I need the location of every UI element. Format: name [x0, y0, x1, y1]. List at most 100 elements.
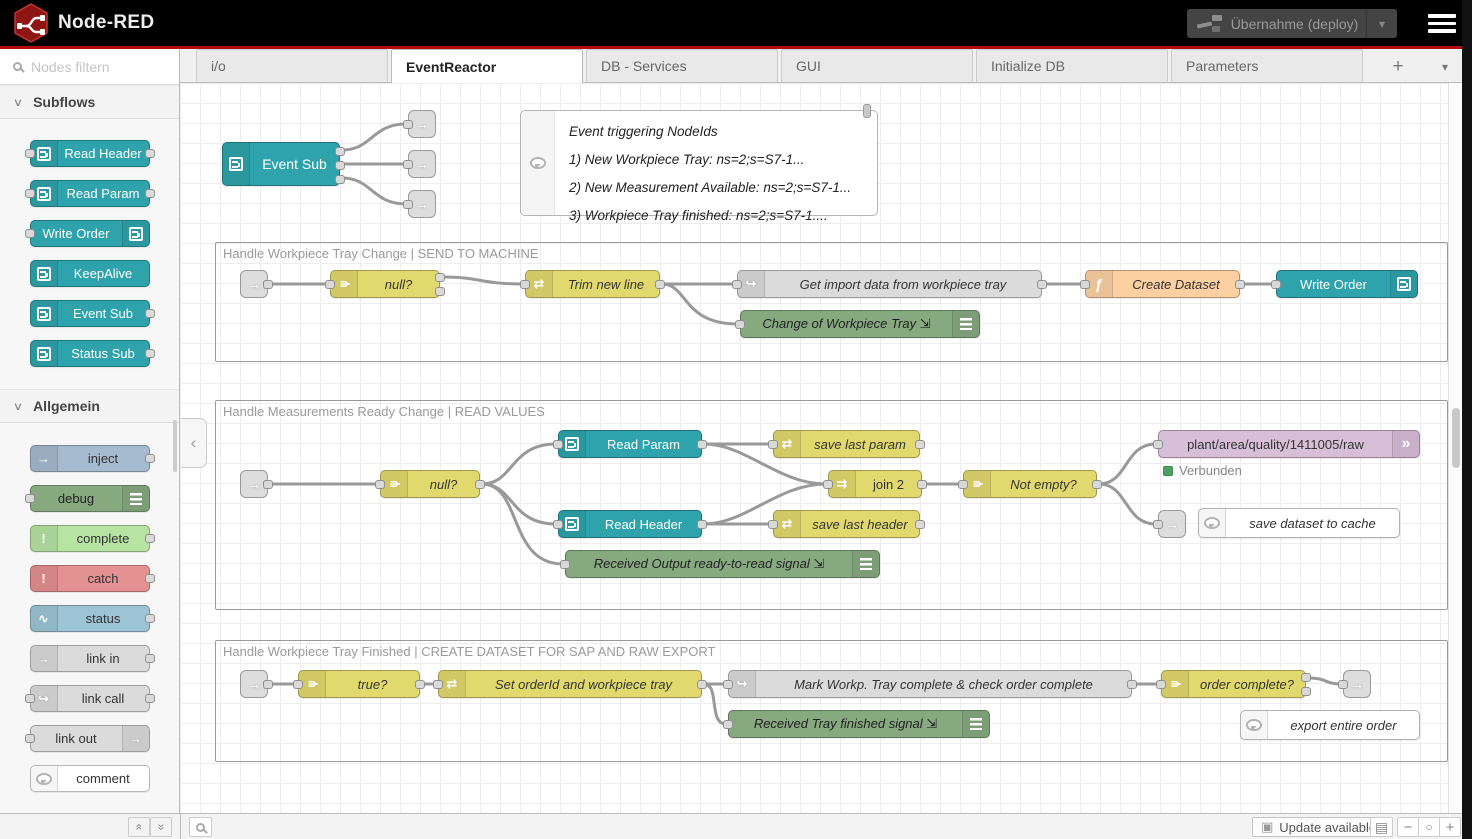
- comment-bubble-icon: [530, 157, 546, 169]
- palette-node-debug[interactable]: debug: [30, 485, 150, 512]
- palette-collapse-handle[interactable]: ‹: [181, 418, 207, 468]
- tab-initialize-db[interactable]: Initialize DB: [976, 49, 1168, 82]
- node-info-comment[interactable]: Event triggering NodeIds 1) New Workpiec…: [520, 110, 878, 216]
- palette-search[interactable]: [0, 49, 179, 85]
- tab-db-services[interactable]: DB - Services: [586, 49, 778, 82]
- node-change-trim[interactable]: ⇄ Trim new line: [525, 270, 660, 298]
- link-out-icon: →: [415, 196, 429, 212]
- tab-parameters[interactable]: Parameters: [1171, 49, 1363, 82]
- function-icon: ƒ: [1086, 271, 1113, 297]
- link-in-icon: →: [31, 646, 58, 671]
- deploy-caret-icon[interactable]: ▾: [1367, 17, 1397, 31]
- category-subflows[interactable]: ∨ Subflows: [0, 85, 179, 119]
- subflow-icon: [122, 221, 149, 246]
- deploy-button[interactable]: Übernahme (deploy) ▾: [1187, 9, 1397, 38]
- node-debug-change-of-tray[interactable]: Change of Workpiece Tray ⇲: [740, 310, 980, 338]
- tab-eventreactor[interactable]: EventReactor: [391, 49, 583, 83]
- link-in-icon: →: [247, 476, 261, 492]
- wire[interactable]: [482, 444, 556, 484]
- footer-bar: « » ▣ Update available ▤ − ○ +: [0, 813, 1462, 839]
- node-link-in[interactable]: →: [240, 670, 268, 698]
- node-switch-true[interactable]: ⋔ true?: [298, 670, 420, 698]
- node-link-in[interactable]: →: [240, 270, 268, 298]
- search-flows-button[interactable]: [189, 817, 212, 837]
- node-subflow-read-header[interactable]: Read Header: [558, 510, 702, 538]
- search-input[interactable]: [31, 59, 161, 75]
- wire[interactable]: [342, 124, 406, 150]
- node-comment-save-cache[interactable]: save dataset to cache: [1198, 508, 1400, 538]
- tab-io[interactable]: i/o: [196, 49, 388, 82]
- main-menu-icon[interactable]: [1428, 14, 1456, 33]
- header: Node-RED Übernahme (deploy) ▾: [0, 0, 1462, 46]
- node-debug-received-tray[interactable]: Received Tray finished signal ⇲: [728, 710, 990, 738]
- canvas-vertical-scrollbar[interactable]: [1448, 83, 1462, 813]
- palette-node-link-in[interactable]: → link in: [30, 645, 150, 672]
- wire[interactable]: [704, 684, 726, 724]
- wire[interactable]: [482, 484, 556, 524]
- node-link-out[interactable]: →: [1158, 510, 1186, 538]
- node-link-out[interactable]: →: [408, 110, 436, 138]
- node-switch-null[interactable]: ⋔ null?: [330, 270, 440, 298]
- link-call-icon: ↪: [738, 271, 765, 297]
- collapse-all-button[interactable]: «: [128, 817, 150, 837]
- node-function-create-dataset[interactable]: ƒ Create Dataset: [1085, 270, 1240, 298]
- node-subflow-write-order[interactable]: Write Order: [1276, 270, 1418, 298]
- subflow-icon: [31, 341, 58, 366]
- wire[interactable]: [662, 284, 738, 324]
- wire[interactable]: [1308, 678, 1341, 684]
- update-available-button[interactable]: ▣ Update available: [1252, 817, 1385, 837]
- palette-node-inject[interactable]: → inject: [30, 445, 150, 472]
- expand-all-button[interactable]: »: [150, 817, 172, 837]
- flow-list-caret-icon[interactable]: ▾: [1442, 60, 1448, 74]
- node-debug-received-output[interactable]: Received Output ready-to-read signal ⇲: [565, 550, 880, 578]
- palette-node-event-sub[interactable]: Event Sub: [30, 300, 150, 327]
- switch-icon: ⋔: [331, 271, 358, 297]
- palette-node-read-header[interactable]: Read Header: [30, 140, 150, 167]
- node-switch-not-empty[interactable]: ⋔ Not empty?: [963, 470, 1097, 498]
- palette-node-catch[interactable]: ! catch: [30, 565, 150, 592]
- palette-node-status[interactable]: ∿ status: [30, 605, 150, 632]
- debug-list-icon: [122, 486, 149, 511]
- zoom-reset-button[interactable]: ○: [1418, 817, 1440, 837]
- wire[interactable]: [1099, 444, 1156, 484]
- node-comment-export-order[interactable]: export entire order: [1240, 710, 1420, 740]
- palette-node-read-param[interactable]: Read Param: [30, 180, 150, 207]
- palette-node-link-out[interactable]: link out →: [30, 725, 150, 752]
- zoom-out-button[interactable]: −: [1397, 817, 1419, 837]
- palette-node-complete[interactable]: ! complete: [30, 525, 150, 552]
- palette-scrollbar[interactable]: [173, 420, 177, 472]
- flow-canvas[interactable]: Event Sub → → → Event triggering NodeIds…: [180, 83, 1448, 813]
- palette-node-link-call[interactable]: ↪ link call: [30, 685, 150, 712]
- node-change-save-last-param[interactable]: ⇄ save last param: [773, 430, 920, 458]
- zoom-in-button[interactable]: +: [1439, 817, 1461, 837]
- wire[interactable]: [444, 277, 523, 284]
- node-link-call-mark-workp[interactable]: ↪ Mark Workp. Tray complete & check orde…: [728, 670, 1132, 698]
- comment-bubble-icon: [31, 766, 58, 791]
- node-link-call-get-import[interactable]: ↪ Get import data from workpiece tray: [737, 270, 1042, 298]
- node-event-sub[interactable]: Event Sub: [222, 142, 340, 186]
- add-flow-button[interactable]: +: [1386, 56, 1410, 78]
- tab-gui[interactable]: GUI: [781, 49, 973, 82]
- wire[interactable]: [1099, 484, 1156, 524]
- node-switch-order-complete[interactable]: ⋔ order complete?: [1161, 670, 1306, 698]
- node-switch-null2[interactable]: ⋔ null?: [380, 470, 480, 498]
- node-subflow-read-param[interactable]: Read Param: [558, 430, 702, 458]
- node-link-out[interactable]: →: [408, 190, 436, 218]
- palette-node-comment[interactable]: comment: [30, 765, 150, 792]
- palette-node-keepalive[interactable]: KeepAlive: [30, 260, 150, 287]
- node-mqtt-out[interactable]: plant/area/quality/1411005/raw »: [1158, 430, 1420, 458]
- chevron-down-icon: ∨: [13, 400, 23, 413]
- palette-node-write-order[interactable]: Write Order: [30, 220, 150, 247]
- palette-node-status-sub[interactable]: Status Sub: [30, 340, 150, 367]
- node-join-2[interactable]: ⇉ join 2: [828, 470, 922, 498]
- wire[interactable]: [342, 178, 406, 204]
- category-allgemein[interactable]: ∨ Allgemein: [0, 389, 179, 423]
- node-change-set-orderid[interactable]: ⇄ Set orderId and workpiece tray: [438, 670, 702, 698]
- node-link-in[interactable]: →: [240, 470, 268, 498]
- node-change-save-last-header[interactable]: ⇄ save last header: [773, 510, 920, 538]
- node-red-logo: [12, 3, 50, 43]
- node-link-out[interactable]: →: [408, 150, 436, 178]
- scrollbar-thumb[interactable]: [1452, 408, 1460, 468]
- node-link-out[interactable]: →: [1343, 670, 1371, 698]
- navigator-button[interactable]: ▤: [1370, 817, 1393, 837]
